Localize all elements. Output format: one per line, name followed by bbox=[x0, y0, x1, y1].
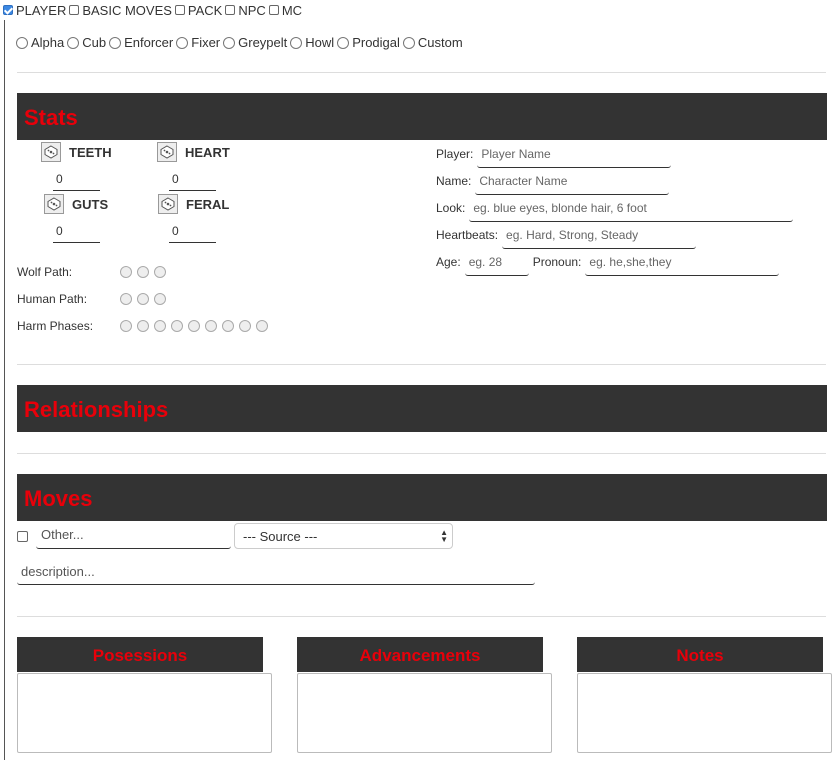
character-name-input[interactable]: Character Name bbox=[475, 174, 670, 195]
notes-header: Notes bbox=[577, 637, 823, 672]
pack-checkbox[interactable] bbox=[174, 5, 185, 15]
playbook-howl[interactable]: Howl bbox=[290, 35, 334, 50]
moves-header: Moves bbox=[17, 474, 827, 521]
track-dot[interactable] bbox=[154, 320, 166, 332]
teeth-value-input[interactable]: 0 bbox=[53, 172, 100, 191]
radio-icon[interactable] bbox=[16, 36, 28, 49]
playbook-radio-group: Alpha Cub Enforcer Fixer Greypelt Howl P… bbox=[16, 35, 466, 50]
player-name-input[interactable]: Player Name bbox=[477, 147, 672, 168]
stats-header: Stats bbox=[17, 93, 827, 140]
radio-icon[interactable] bbox=[290, 36, 303, 49]
heartbeats-field: Heartbeats: eg. Hard, Strong, Steady bbox=[436, 228, 697, 249]
npc-checkbox[interactable] bbox=[225, 5, 236, 15]
name-field: Name: Character Name bbox=[436, 174, 670, 195]
stat-teeth: TEETH bbox=[41, 142, 112, 162]
wolf-path-label: Wolf Path: bbox=[17, 265, 73, 279]
move-checkbox[interactable] bbox=[17, 530, 28, 542]
track-dot[interactable] bbox=[137, 320, 149, 332]
age-pronoun-field: Age: eg. 28 Pronoun: eg. he,she,they bbox=[436, 255, 780, 276]
track-dot[interactable] bbox=[154, 266, 166, 278]
pronoun-input[interactable]: eg. he,she,they bbox=[585, 255, 780, 276]
new-move-row: Other... --- Source --- ▲ ▼ bbox=[17, 523, 453, 549]
player-checkbox[interactable] bbox=[3, 5, 13, 15]
basic-moves-checkbox[interactable] bbox=[69, 5, 80, 15]
source-select[interactable]: --- Source --- ▲ ▼ bbox=[234, 523, 453, 549]
radio-icon[interactable] bbox=[223, 36, 236, 49]
track-dot[interactable] bbox=[120, 266, 132, 278]
stat-guts: GUTS bbox=[44, 194, 108, 214]
dice-roll-icon[interactable] bbox=[41, 142, 61, 162]
heartbeats-input[interactable]: eg. Hard, Strong, Steady bbox=[502, 228, 697, 249]
track-dot[interactable] bbox=[120, 320, 132, 332]
other-move-input[interactable]: Other... bbox=[36, 524, 231, 549]
age-input[interactable]: eg. 28 bbox=[464, 255, 529, 276]
track-dot[interactable] bbox=[188, 320, 200, 332]
relationships-header: Relationships bbox=[17, 385, 827, 432]
divider bbox=[17, 453, 826, 454]
move-description-input[interactable]: description... bbox=[17, 561, 535, 585]
advancements-textarea[interactable] bbox=[297, 673, 552, 753]
dice-roll-icon[interactable] bbox=[158, 194, 178, 214]
divider bbox=[17, 364, 826, 365]
posessions-header: Posessions bbox=[17, 637, 263, 672]
posessions-textarea[interactable] bbox=[17, 673, 272, 753]
tab-basic-moves[interactable]: BASIC MOVES bbox=[69, 3, 172, 18]
tab-pack[interactable]: PACK bbox=[174, 3, 222, 18]
radio-icon[interactable] bbox=[67, 36, 80, 49]
look-field: Look: eg. blue eyes, blonde hair, 6 foot bbox=[436, 201, 794, 222]
divider bbox=[17, 72, 826, 73]
top-tab-bar: PLAYER BASIC MOVES PACK NPC MC bbox=[0, 0, 840, 20]
tab-npc[interactable]: NPC bbox=[225, 3, 266, 18]
track-dot[interactable] bbox=[239, 320, 251, 332]
guts-value-input[interactable]: 0 bbox=[53, 224, 100, 243]
track-dot[interactable] bbox=[171, 320, 183, 332]
track-dot[interactable] bbox=[256, 320, 268, 332]
advancements-header: Advancements bbox=[297, 637, 543, 672]
feral-value-input[interactable]: 0 bbox=[169, 224, 216, 243]
notes-textarea[interactable] bbox=[577, 673, 832, 753]
track-dot[interactable] bbox=[222, 320, 234, 332]
select-arrows-icon: ▲ ▼ bbox=[440, 528, 448, 544]
stat-feral: FERAL bbox=[158, 194, 229, 214]
track-dot[interactable] bbox=[154, 293, 166, 305]
divider bbox=[17, 616, 826, 617]
track-dot[interactable] bbox=[137, 293, 149, 305]
human-path-label: Human Path: bbox=[17, 292, 88, 306]
harm-phases-track bbox=[120, 320, 273, 332]
playbook-custom[interactable]: Custom bbox=[402, 35, 463, 50]
playbook-prodigal[interactable]: Prodigal bbox=[337, 35, 400, 50]
human-path-track bbox=[120, 293, 171, 305]
track-dot[interactable] bbox=[205, 320, 217, 332]
track-dot[interactable] bbox=[120, 293, 132, 305]
radio-icon[interactable] bbox=[109, 36, 122, 49]
dice-roll-icon[interactable] bbox=[44, 194, 64, 214]
playbook-greypelt[interactable]: Greypelt bbox=[223, 35, 287, 50]
playbook-cub[interactable]: Cub bbox=[67, 35, 106, 50]
radio-icon[interactable] bbox=[337, 36, 350, 49]
mc-checkbox[interactable] bbox=[268, 5, 279, 15]
dice-roll-icon[interactable] bbox=[157, 142, 177, 162]
playbook-alpha[interactable]: Alpha bbox=[16, 35, 64, 50]
heart-value-input[interactable]: 0 bbox=[169, 172, 216, 191]
player-field: Player: Player Name bbox=[436, 147, 672, 168]
radio-icon[interactable] bbox=[176, 36, 189, 49]
playbook-fixer[interactable]: Fixer bbox=[176, 35, 220, 50]
tab-mc[interactable]: MC bbox=[268, 3, 302, 18]
look-input[interactable]: eg. blue eyes, blonde hair, 6 foot bbox=[469, 201, 794, 222]
tab-player[interactable]: PLAYER bbox=[3, 3, 66, 18]
playbook-enforcer[interactable]: Enforcer bbox=[109, 35, 173, 50]
stat-heart: HEART bbox=[157, 142, 230, 162]
wolf-path-track bbox=[120, 266, 171, 278]
harm-phases-label: Harm Phases: bbox=[17, 319, 94, 333]
track-dot[interactable] bbox=[137, 266, 149, 278]
radio-icon[interactable] bbox=[402, 36, 415, 49]
